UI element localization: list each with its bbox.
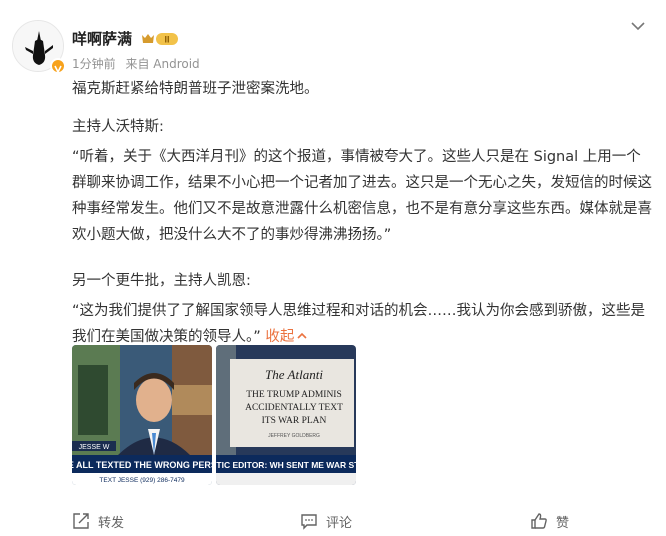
comment-button[interactable]: 评论 xyxy=(300,510,352,532)
comment-label: 评论 xyxy=(326,515,353,531)
article-line: THE TRUMP ADMINIS xyxy=(246,390,342,400)
post-paragraph: 另一个更牛批，主持人凯恩: xyxy=(72,273,251,289)
weibo-post-card: 咩啊萨满 II 1分钟前 来自 Android 福克斯赶紧给特朗普班子泄密案洗地… xyxy=(0,0,666,536)
post-paragraph-text: “这为我们提供了了解国家领导人思维过程和对话的机会……我认为你会感到骄傲，这些是… xyxy=(72,303,646,345)
post-meta: 1分钟前 来自 Android xyxy=(72,55,206,72)
post-paragraph: “听着，关于《大西洋月刊》的这个报道，事情被夸大了。这些人只是在 Signal … xyxy=(72,149,652,243)
article-line: ACCIDENTALLY TEXT xyxy=(245,403,343,413)
post-time[interactable]: 1分钟前 xyxy=(72,57,116,71)
article-line: ITS WAR PLAN xyxy=(262,416,327,426)
comment-icon xyxy=(301,514,317,530)
article-byline: JEFFREY GOLDBERG xyxy=(268,433,320,439)
chevron-down-icon[interactable] xyxy=(630,18,646,34)
like-label: 赞 xyxy=(556,515,570,531)
article-headline: The Atlanti xyxy=(265,367,323,382)
username[interactable]: 咩啊萨满 xyxy=(72,28,132,49)
verified-badge-icon xyxy=(50,58,66,74)
action-bar: 转发 评论 赞 xyxy=(0,510,666,532)
name-tag: JESSE W xyxy=(79,444,110,451)
post-paragraph: 主持人沃特斯: xyxy=(72,119,164,135)
collapse-link[interactable]: 收起 xyxy=(265,329,308,345)
chevron-up-icon xyxy=(297,332,307,339)
thumbs-up-icon xyxy=(531,513,547,529)
image-grid: JESSE W E'VE ALL TEXTED THE WRONG PERSON… xyxy=(72,345,356,485)
image-thumbnail[interactable]: The Atlanti THE TRUMP ADMINIS ACCIDENTAL… xyxy=(216,345,356,485)
avatar[interactable] xyxy=(12,20,66,74)
repost-button[interactable]: 转发 xyxy=(72,510,124,532)
repost-label: 转发 xyxy=(98,515,125,531)
image-ticker: TEXT JESSE (929) 286-7479 xyxy=(99,477,185,484)
post-paragraph-last: “这为我们提供了了解国家领导人思维过程和对话的机会……我认为你会感到骄傲，这些是… xyxy=(72,298,652,350)
image-thumbnail[interactable]: JESSE W E'VE ALL TEXTED THE WRONG PERSON… xyxy=(72,345,212,485)
vip-level: II xyxy=(164,35,169,45)
post-body: 福克斯赶紧给特朗普班子泄密案洗地。 主持人沃特斯: “听着，关于《大西洋月刊》的… xyxy=(72,76,652,350)
post-paragraph: 福克斯赶紧给特朗普班子泄密案洗地。 xyxy=(72,81,319,97)
collapse-label: 收起 xyxy=(265,329,295,345)
repost-icon xyxy=(73,513,89,529)
post-source: 来自 Android xyxy=(125,57,200,71)
like-button[interactable]: 赞 xyxy=(530,510,569,532)
image-caption: E'VE ALL TEXTED THE WRONG PERSON xyxy=(72,460,212,470)
image-caption: ANTIC EDITOR: WH SENT ME WAR STRI xyxy=(216,460,356,470)
vip-badge-icon[interactable]: II xyxy=(140,31,180,47)
